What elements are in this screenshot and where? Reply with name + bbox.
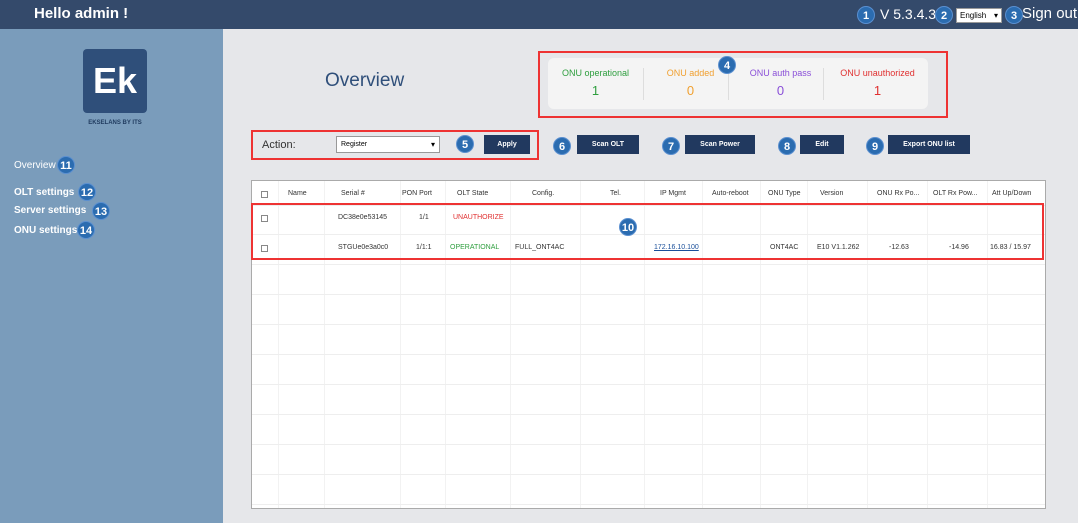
badge-11: 11 [57, 156, 75, 174]
stat-onu-auth-pass: ONU auth pass 0 [733, 58, 828, 109]
logo-caption: EKSELANS BY ITS [88, 120, 142, 126]
language-select[interactable]: English ▾ [956, 8, 1002, 23]
column-header-config[interactable]: Config. [532, 190, 554, 197]
stats-panel: ONU operational 1 ONU added 0 ONU auth p… [548, 58, 928, 109]
action-label: Action: [262, 139, 296, 151]
rows-highlight [251, 203, 1044, 260]
stat-onu-unauthorized: ONU unauthorized 1 [830, 58, 925, 109]
column-header-auto-reboot[interactable]: Auto-reboot [712, 190, 749, 197]
badge-13: 13 [92, 202, 110, 220]
badge-2: 2 [935, 6, 953, 24]
sidebar-item-onu-settings[interactable]: ONU settings [14, 225, 77, 236]
stat-value: 0 [776, 83, 785, 98]
badge-3: 3 [1005, 6, 1023, 24]
sign-out-link[interactable]: Sign out [1022, 5, 1077, 22]
apply-button[interactable]: Apply [484, 135, 530, 154]
stat-label: ONU operational [561, 68, 630, 78]
column-header-name[interactable]: Name [288, 190, 307, 197]
column-header-version[interactable]: Version [820, 190, 843, 197]
sidebar-item-overview[interactable]: Overview [14, 160, 56, 171]
stat-value: 1 [873, 83, 882, 98]
column-header-serial[interactable]: Serial # [341, 190, 365, 197]
action-select-value: Register [341, 141, 368, 148]
column-header-att[interactable]: Att Up/Down [992, 190, 1031, 197]
export-onu-list-button[interactable]: Export ONU list [888, 135, 970, 154]
column-header-onu-type[interactable]: ONU Type [768, 190, 801, 197]
page-title: Overview [325, 70, 405, 91]
badge-12: 12 [78, 183, 96, 201]
badge-5: 5 [456, 135, 474, 153]
badge-10: 10 [619, 218, 637, 236]
column-header-onu-rx[interactable]: ONU Rx Po... [877, 190, 919, 197]
stat-value: 1 [591, 83, 600, 98]
badge-4: 4 [718, 56, 736, 74]
scan-olt-button[interactable]: Scan OLT [577, 135, 639, 154]
stat-onu-operational: ONU operational 1 [548, 58, 643, 109]
badge-7: 7 [662, 137, 680, 155]
sidebar-item-label: Server settings [14, 205, 87, 216]
scan-power-button[interactable]: Scan Power [685, 135, 755, 154]
column-header-olt-state[interactable]: OLT State [457, 190, 488, 197]
chevron-down-icon: ▾ [430, 140, 435, 149]
sidebar-item-label: ONU settings [14, 225, 78, 236]
stat-value: 0 [686, 83, 695, 98]
badge-8: 8 [778, 137, 796, 155]
logo: Ek [83, 49, 147, 113]
action-select[interactable]: Register ▾ [336, 136, 440, 153]
badge-14: 14 [77, 221, 95, 239]
edit-button[interactable]: Edit [800, 135, 844, 154]
badge-1: 1 [857, 6, 875, 24]
stat-label: ONU unauthorized [840, 68, 915, 78]
column-header-tel[interactable]: Tel. [610, 190, 621, 197]
column-header-ip-mgmt[interactable]: IP Mgmt [660, 190, 686, 197]
version-label: V 5.3.4.3 [880, 6, 937, 22]
stat-label: ONU auth pass [749, 68, 812, 78]
chevron-down-icon: ▾ [993, 11, 998, 20]
sidebar-item-label: Overview [14, 160, 56, 171]
badge-6: 6 [553, 137, 571, 155]
sidebar-item-server-settings[interactable]: Server settings [14, 205, 86, 216]
sidebar-item-label: OLT settings [14, 187, 75, 198]
sidebar-item-olt-settings[interactable]: OLT settings [14, 187, 74, 198]
column-header-olt-rx[interactable]: OLT Rx Pow... [933, 190, 977, 197]
select-all-checkbox[interactable] [261, 191, 268, 198]
top-bar: Hello admin ! 1 V 5.3.4.3 2 English ▾ 3 … [0, 0, 1078, 29]
badge-9: 9 [866, 137, 884, 155]
column-header-pon-port[interactable]: PON Port [402, 190, 432, 197]
sidebar: Ek EKSELANS BY ITS Overview 11 OLT setti… [0, 29, 223, 523]
language-value: English [960, 11, 987, 20]
greeting: Hello admin ! [34, 5, 129, 22]
